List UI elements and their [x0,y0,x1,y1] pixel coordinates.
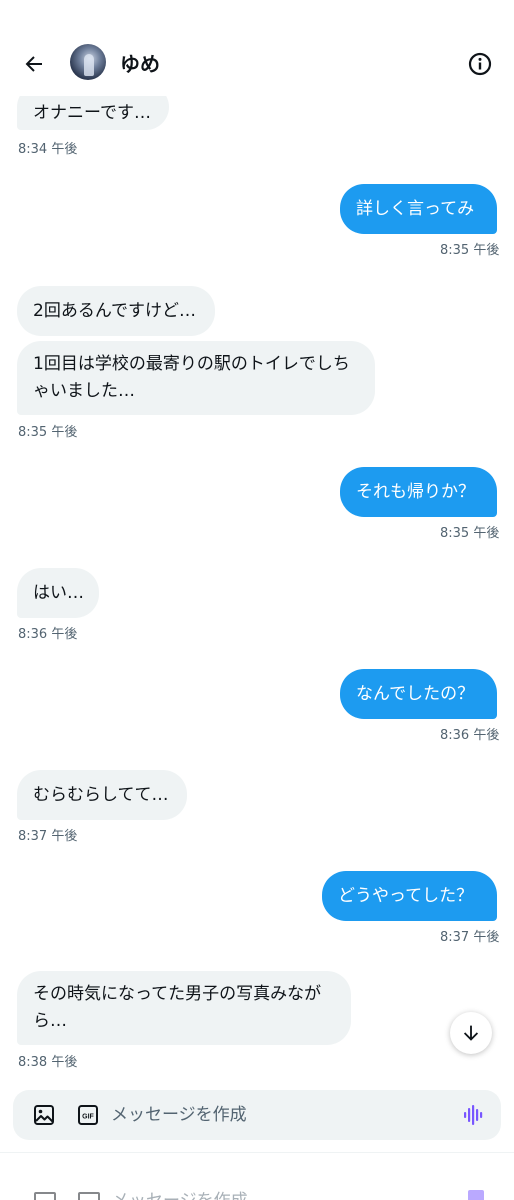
message-bubble-sent[interactable]: どうやってした？ [322,871,497,921]
message-composer: GIF [13,1090,501,1140]
message-timestamp: 8:35 午後 [440,243,500,258]
conversation-header: ゆめ [0,0,514,96]
arrow-left-icon [25,56,42,72]
message-bubble-sent[interactable]: それも帰りか？ [340,467,497,517]
message-timestamp: 8:38 午後 [18,1055,78,1070]
voice-message-button[interactable] [463,1103,485,1127]
gif-label: GIF [82,1114,94,1121]
message-timestamp: 8:34 午後 [18,142,78,157]
ghost-composer-text: メッセージを作成 [112,1186,248,1200]
message-bubble-received[interactable]: はい… [17,568,99,618]
avatar[interactable] [70,44,106,80]
message-bubble-received[interactable]: その時気になってた男子の写真みながら… [17,971,351,1045]
scroll-to-bottom-button[interactable] [450,1012,492,1054]
image-icon [34,1105,54,1125]
message-timestamp: 8:35 午後 [440,526,500,541]
message-bubble-sent[interactable]: なんでしたの？ [340,669,497,719]
add-image-button[interactable] [33,1104,55,1126]
message-timestamp: 8:35 午後 [18,425,78,440]
voice-wave-icon [464,1105,483,1125]
message-timestamp: 8:37 午後 [440,930,500,945]
message-timestamp: 8:37 午後 [18,829,78,844]
message-timestamp: 8:36 午後 [18,627,78,642]
gif-icon [78,1192,100,1200]
message-input[interactable] [111,1102,441,1128]
image-icon [34,1192,56,1200]
add-gif-button[interactable]: GIF [77,1104,99,1126]
gif-icon: GIF [78,1105,98,1125]
conversation-name[interactable]: ゆめ [120,50,160,78]
divider [0,1152,514,1153]
arrow-down-icon [463,1025,479,1041]
back-button[interactable] [20,48,48,80]
message-timestamp: 8:36 午後 [440,728,500,743]
info-button[interactable] [466,48,494,80]
voice-wave-icon [468,1190,484,1200]
message-bubble-sent[interactable]: 詳しく言ってみ [340,184,497,234]
info-icon [468,52,492,76]
message-bubble-received[interactable]: 1回目は学校の最寄りの駅のトイレでしちゃいました… [17,341,375,415]
duplicate-composer-overlap: メッセージを作成 [0,1166,514,1200]
message-bubble-received[interactable]: むらむらしてて… [17,770,187,820]
message-bubble-received[interactable]: 2回あるんですけど… [17,286,215,336]
